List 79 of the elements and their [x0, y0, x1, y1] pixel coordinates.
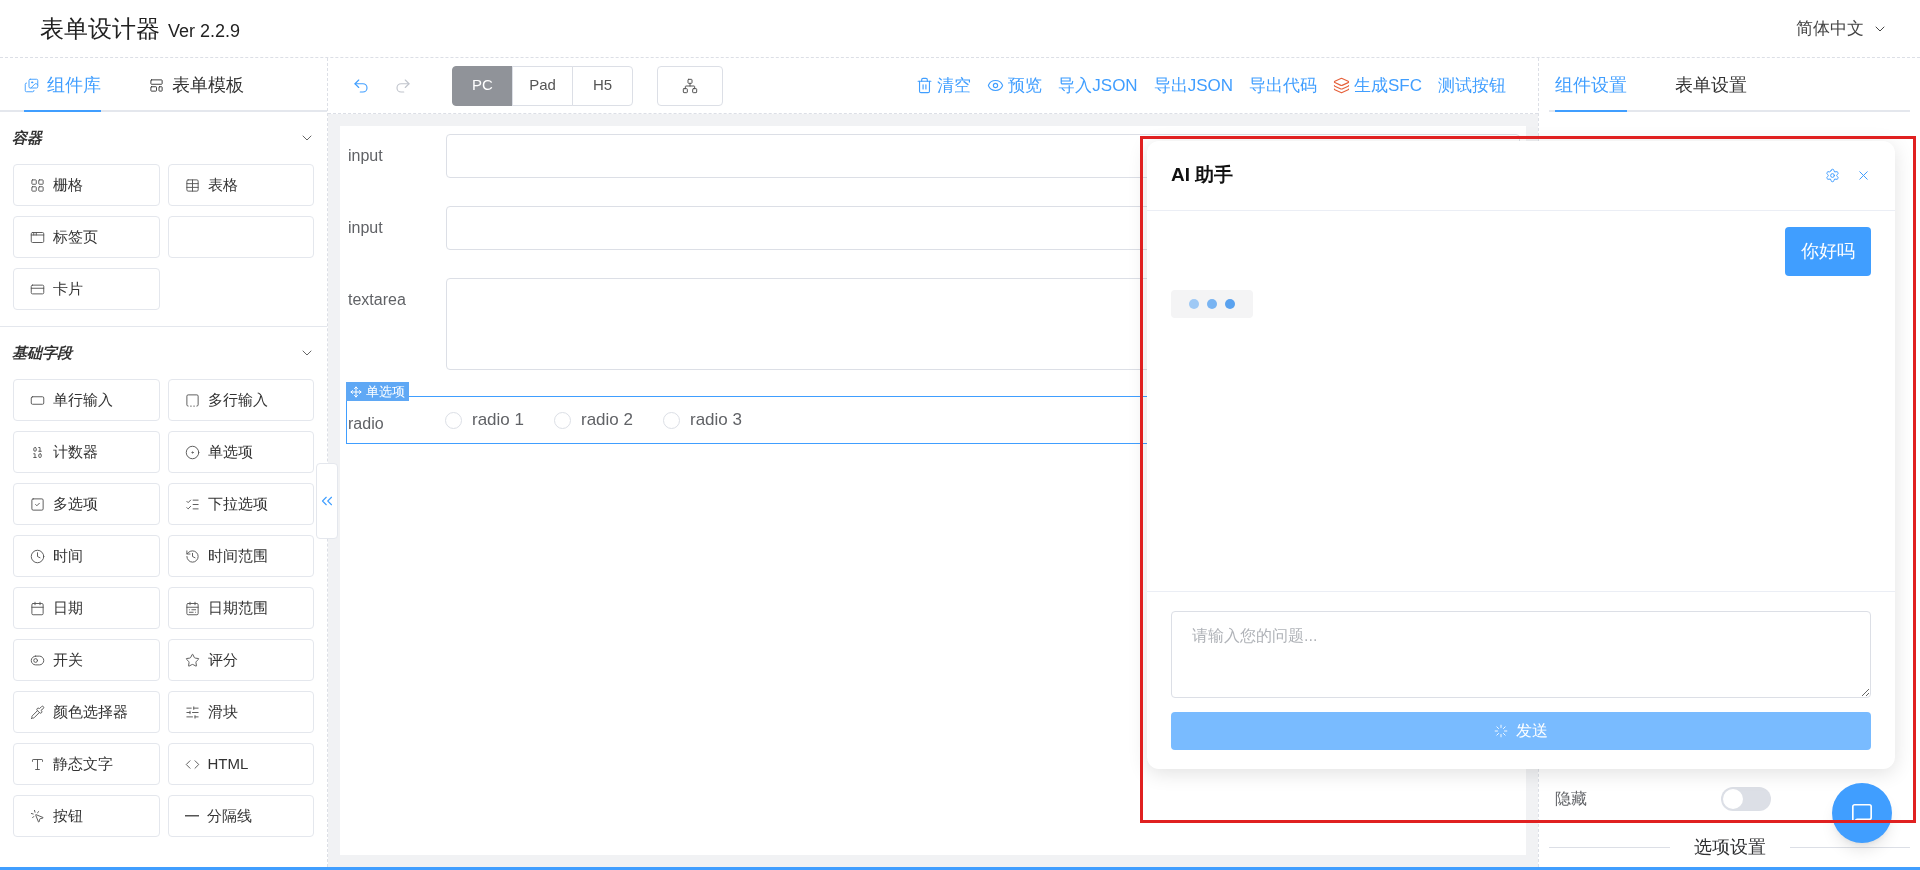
field-label: textarea — [347, 290, 407, 310]
chat-fab[interactable] — [1832, 783, 1892, 843]
radio-label: radio 1 — [472, 409, 524, 432]
tree-icon — [682, 77, 698, 94]
widget-item[interactable]: 卡片 — [13, 268, 160, 310]
widget-item[interactable]: HTML — [167, 743, 314, 785]
slider-icon — [184, 704, 200, 720]
textarea-icon — [184, 392, 200, 408]
radio-label: radio 2 — [581, 409, 633, 432]
field-label: input — [347, 218, 384, 238]
widget-item[interactable]: 计数器 — [13, 431, 160, 473]
widget-item[interactable]: 评分 — [167, 639, 314, 681]
device-toggle[interactable]: H5 — [572, 65, 633, 106]
move-icon — [350, 385, 362, 398]
widget-item[interactable]: 单行输入 — [13, 379, 160, 421]
card-icon — [30, 281, 45, 297]
calendar-range-icon — [184, 600, 200, 616]
spinner-icon — [1494, 724, 1508, 738]
pointer-icon — [30, 808, 45, 824]
clock-icon — [30, 548, 45, 564]
version-label: Ver 2.2.9 — [168, 19, 241, 43]
eye-icon — [987, 77, 1005, 94]
list-icon — [184, 496, 200, 512]
text-icon — [30, 756, 45, 772]
number-icon — [30, 444, 45, 460]
undo-icon[interactable] — [352, 76, 370, 95]
window-icon — [30, 229, 45, 245]
widget-item[interactable]: 栅格 — [13, 164, 160, 206]
toggle-icon — [30, 652, 45, 668]
widget-item[interactable]: 单选项 — [167, 431, 314, 473]
widget-item[interactable]: 滑块 — [167, 691, 314, 733]
trash-icon — [916, 77, 934, 94]
panel-tab[interactable]: 表单模板 — [149, 60, 244, 112]
line-icon — [184, 815, 199, 817]
dialog-title: AI 助手 — [1171, 163, 1234, 188]
settings-icon[interactable] — [1825, 168, 1840, 183]
table-icon — [184, 177, 200, 193]
widget-item[interactable]: 静态文字 — [13, 743, 160, 785]
clock-range-icon — [184, 548, 200, 564]
app-title: 表单设计器 — [40, 13, 160, 44]
user-message: 你好吗 — [1785, 227, 1871, 276]
widget-item[interactable]: 多行输入 — [167, 379, 314, 421]
setting-label: 隐藏 — [1555, 789, 1588, 809]
gallery-icon — [24, 77, 39, 93]
language-selector[interactable]: 简体中文 — [1796, 15, 1888, 42]
widget-item[interactable]: 下拉选项 — [167, 483, 314, 525]
radio-label: radio 3 — [689, 409, 742, 432]
calendar-icon — [30, 600, 45, 616]
widget-item[interactable]: 分隔线 — [167, 795, 314, 837]
panel-tab[interactable]: 表单设置 — [1675, 60, 1747, 112]
widget-item[interactable]: 颜色选择器 — [13, 691, 160, 733]
widget-item[interactable]: 日期范围 — [167, 587, 314, 629]
pipette-icon — [30, 704, 45, 720]
section-header[interactable]: 容器 — [0, 112, 327, 164]
layers-icon — [1333, 77, 1350, 94]
widget-item[interactable]: 开关 — [13, 639, 160, 681]
section-title: 选项设置 — [1693, 835, 1766, 859]
field-label: input — [347, 146, 384, 166]
radio-icon — [184, 444, 200, 460]
tree-view-button[interactable] — [657, 65, 723, 106]
widget-item[interactable]: 按钮 — [13, 795, 160, 837]
widget-item[interactable]: 时间 — [13, 535, 160, 577]
close-icon[interactable] — [1856, 168, 1871, 183]
section-header[interactable]: 基础字段 — [0, 327, 327, 379]
widget-item[interactable]: 时间范围 — [167, 535, 314, 577]
checkbox-icon — [30, 496, 45, 512]
grid-icon — [30, 177, 45, 193]
redo-icon[interactable] — [394, 76, 412, 95]
widget-item[interactable]: 标签页 — [13, 216, 160, 258]
toggle-switch[interactable] — [1721, 787, 1771, 811]
template-icon — [149, 77, 164, 93]
widget-item[interactable]: 多选项 — [13, 483, 160, 525]
widget-item[interactable]: 日期 — [13, 587, 160, 629]
field-label: radio — [348, 415, 384, 432]
question-field[interactable]: 请输入您的问题... — [1171, 611, 1871, 698]
widget-item[interactable]: 表格 — [167, 164, 314, 206]
device-toggle[interactable]: Pad — [512, 65, 573, 106]
collapse-handle[interactable] — [316, 463, 338, 539]
star-icon — [184, 652, 200, 668]
